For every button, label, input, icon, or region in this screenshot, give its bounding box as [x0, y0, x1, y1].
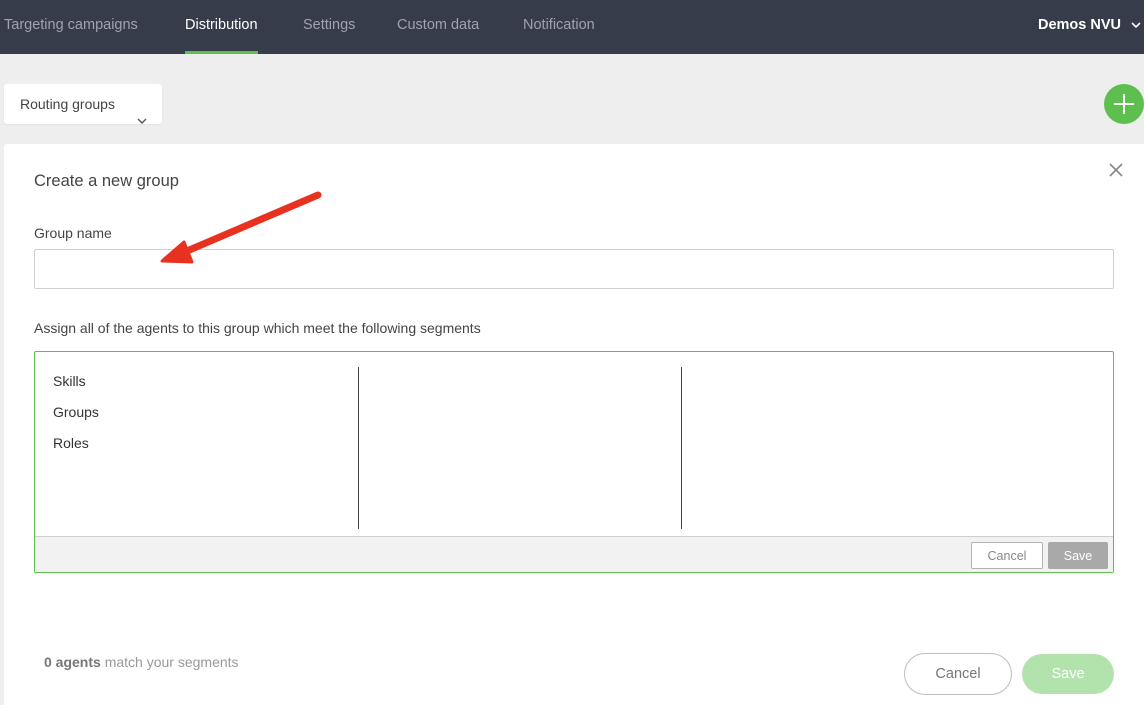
add-group-button[interactable] [1104, 84, 1144, 124]
segment-category-groups[interactable]: Groups [53, 404, 99, 420]
cancel-button[interactable]: Cancel [904, 653, 1012, 695]
group-name-input[interactable] [34, 249, 1114, 289]
chevron-down-icon [137, 100, 147, 140]
segment-category-skills[interactable]: Skills [53, 373, 86, 389]
segments-label: Assign all of the agents to this group w… [34, 320, 481, 336]
tab-targeting-campaigns[interactable]: Targeting campaigns [4, 0, 138, 54]
segment-values-column [359, 367, 682, 529]
segment-category-roles[interactable]: Roles [53, 435, 89, 451]
segment-selection-column [682, 367, 1113, 529]
top-nav: Targeting campaigns Distribution Setting… [0, 0, 1144, 54]
agents-match-suffix: match your segments [100, 654, 239, 670]
group-name-label: Group name [34, 225, 112, 241]
routing-groups-dropdown[interactable]: Routing groups [4, 84, 162, 124]
agents-match-text: 0 agents match your segments [44, 654, 239, 670]
segment-cancel-button[interactable]: Cancel [971, 542, 1043, 569]
panel-title: Create a new group [34, 172, 179, 190]
dropdown-label: Routing groups [20, 96, 115, 112]
close-icon[interactable] [1108, 162, 1124, 178]
agents-count: 0 agents [44, 654, 101, 670]
save-button[interactable]: Save [1022, 654, 1114, 694]
segment-category-column: Skills Groups Roles [35, 367, 359, 529]
account-name: Demos NVU [1038, 17, 1121, 33]
tab-distribution[interactable]: Distribution [185, 0, 258, 54]
account-menu[interactable]: Demos NVU [1038, 0, 1141, 54]
chevron-down-icon [1131, 0, 1141, 50]
tab-notification[interactable]: Notification [523, 0, 595, 54]
segment-save-button[interactable]: Save [1048, 542, 1108, 569]
segment-picker: Skills Groups Roles Cancel Save [34, 351, 1114, 573]
tab-custom-data[interactable]: Custom data [397, 0, 479, 54]
segment-picker-footer: Cancel Save [35, 536, 1113, 572]
tab-settings[interactable]: Settings [303, 0, 355, 54]
create-group-panel: Create a new group Group name Assign all… [4, 144, 1144, 705]
